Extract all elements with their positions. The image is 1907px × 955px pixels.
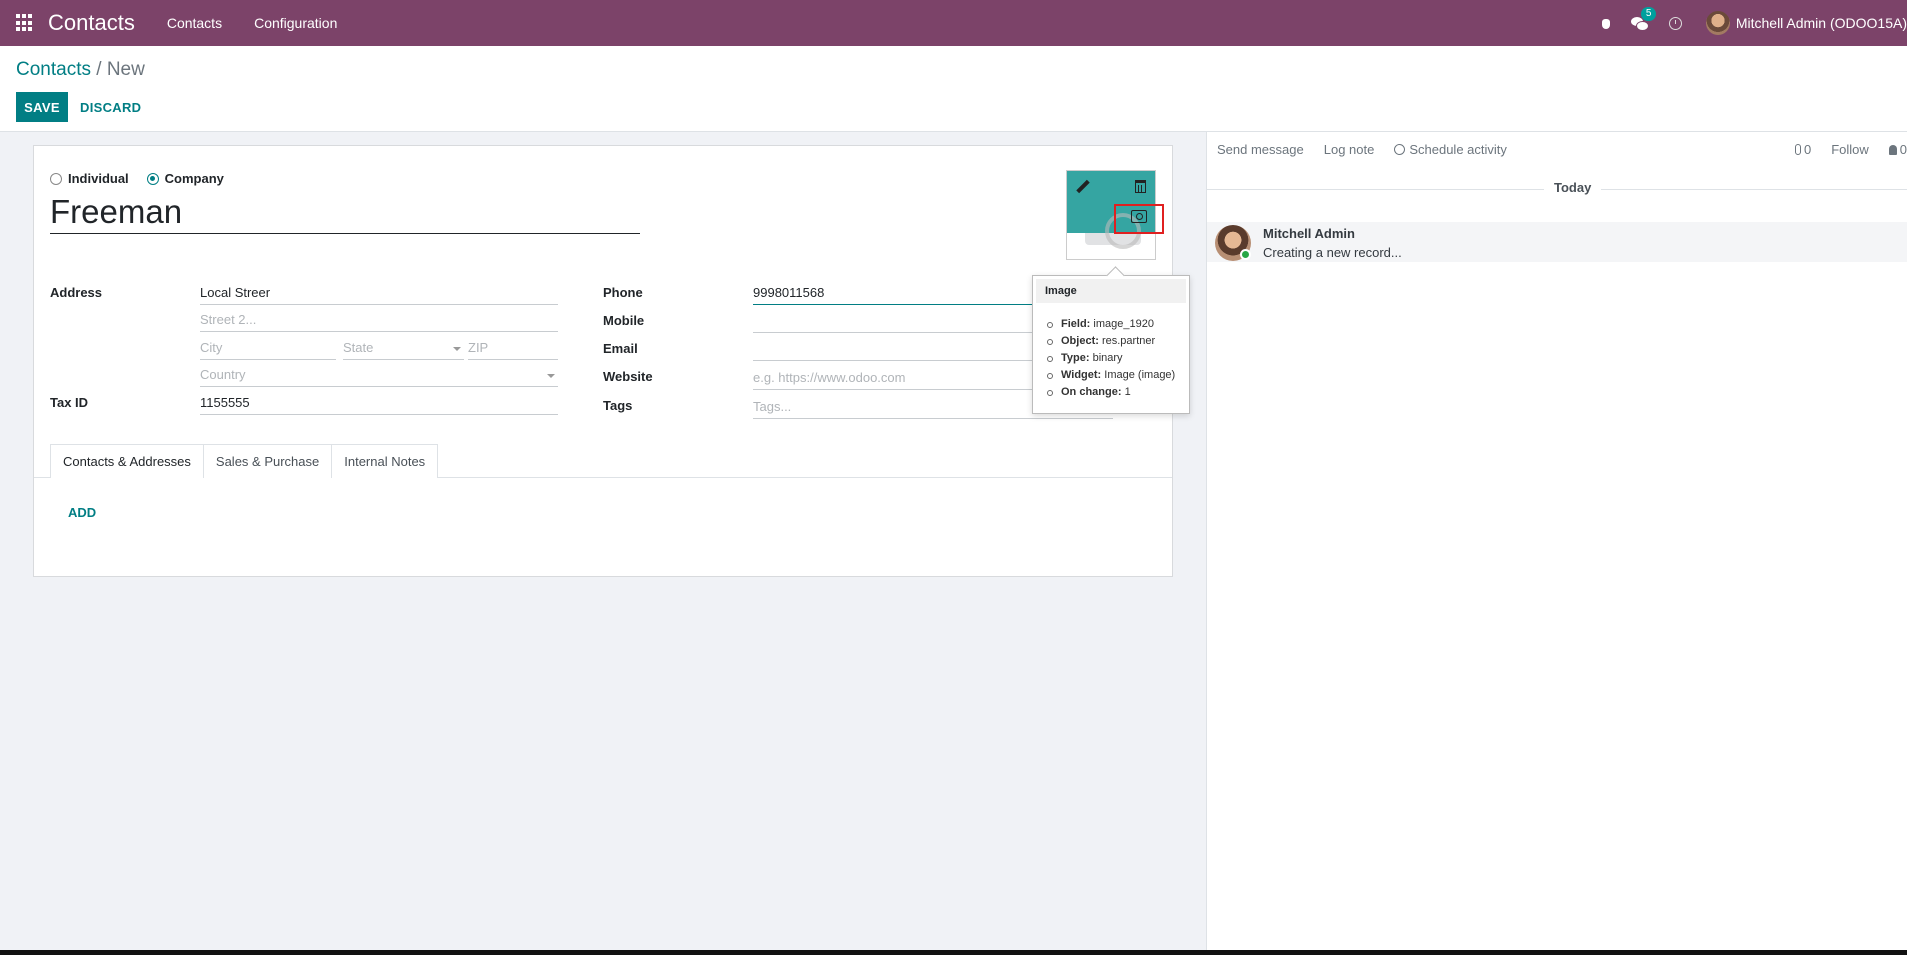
schedule-activity-button[interactable]: Schedule activity — [1394, 142, 1507, 157]
menu-configuration[interactable]: Configuration — [254, 15, 337, 31]
tooltip-item: Widget: Image (image) — [1047, 367, 1175, 384]
bottom-edge — [0, 950, 1907, 955]
follow-button[interactable]: Follow — [1831, 142, 1869, 157]
tooltip-title: Image — [1036, 279, 1186, 303]
radio-individual[interactable] — [50, 172, 62, 185]
add-contact-button[interactable]: ADD — [68, 505, 96, 520]
zip-input[interactable]: ZIP — [468, 338, 558, 360]
tab-sales-purchase[interactable]: Sales & Purchase — [202, 444, 333, 478]
website-label: Website — [603, 369, 653, 384]
chatter-panel: Send message Log note Schedule activity … — [1206, 132, 1907, 950]
paperclip-icon — [1794, 144, 1801, 155]
message-body: Creating a new record... — [1263, 245, 1402, 260]
app-brand[interactable]: Contacts — [48, 10, 135, 36]
mobile-label: Mobile — [603, 313, 645, 328]
chevron-down-icon — [547, 374, 555, 378]
tooltip-item: Field: image_1920 — [1047, 316, 1175, 333]
email-label: Email — [603, 341, 638, 356]
breadcrumb-contacts[interactable]: Contacts — [16, 59, 91, 80]
tax-id-label: Tax ID — [50, 395, 89, 410]
send-message-button[interactable]: Send message — [1217, 142, 1304, 157]
tags-label: Tags — [603, 398, 633, 413]
chatter-topbar-right: 0 Follow 0 — [1794, 142, 1907, 157]
radio-company-label[interactable]: Company — [165, 171, 224, 186]
address-label: Address — [50, 285, 103, 300]
country-select[interactable]: Country — [200, 365, 558, 387]
notebook-tabs: Contacts & Addresses Sales & Purchase In… — [50, 444, 439, 478]
person-icon — [1888, 145, 1897, 155]
save-button[interactable]: SAVE — [16, 92, 68, 122]
chevron-down-icon — [453, 347, 461, 351]
company-type-radio-group: Individual Company — [50, 171, 242, 186]
field-tooltip: Image Field: image_1920 Object: res.part… — [1032, 275, 1190, 414]
user-avatar[interactable] — [1705, 11, 1730, 35]
radio-individual-label[interactable]: Individual — [68, 171, 129, 186]
trash-icon[interactable] — [1135, 180, 1146, 193]
highlight-box — [1114, 204, 1164, 234]
country-placeholder: Country — [200, 367, 246, 382]
user-menu[interactable]: Mitchell Admin (ODOO15A) — [1736, 15, 1907, 31]
tab-contacts-addresses[interactable]: Contacts & Addresses — [50, 444, 204, 478]
attachments-button[interactable]: 0 — [1794, 142, 1811, 157]
pencil-icon[interactable] — [1075, 180, 1089, 194]
activity-clock-icon[interactable] — [1668, 16, 1682, 30]
log-note-button[interactable]: Log note — [1324, 142, 1375, 157]
menu-contacts[interactable]: Contacts — [167, 15, 222, 31]
state-select[interactable]: State — [343, 338, 464, 360]
street2-input[interactable]: Street 2... — [200, 310, 558, 332]
app-menu-icon[interactable] — [16, 14, 34, 32]
top-navbar: Contacts Contacts Configuration 5 Mitche… — [0, 0, 1907, 46]
messaging-icon[interactable]: 5 — [1630, 7, 1657, 31]
tooltip-item: Object: res.partner — [1047, 333, 1175, 350]
message-author[interactable]: Mitchell Admin — [1263, 226, 1355, 241]
form-sheet: Individual Company Freeman Address Local… — [33, 145, 1173, 577]
tooltip-item: On change: 1 — [1047, 384, 1175, 401]
followers-button[interactable]: 0 — [1888, 142, 1907, 157]
messaging-badge: 5 — [1640, 7, 1657, 21]
state-placeholder: State — [343, 340, 374, 355]
phone-label: Phone — [603, 285, 643, 300]
breadcrumb: Contacts / New — [16, 59, 145, 81]
date-label: Today — [1544, 180, 1602, 195]
chatter-actions: Send message Log note Schedule activity — [1217, 142, 1527, 157]
tooltip-list: Field: image_1920 Object: res.partner Ty… — [1047, 316, 1175, 401]
clock-icon — [1394, 144, 1406, 155]
online-status-icon — [1240, 249, 1251, 260]
radio-company[interactable] — [146, 172, 159, 185]
city-input[interactable]: City — [200, 338, 336, 360]
navbar-systray: 5 Mitchell Admin (ODOO15A) — [1599, 0, 1907, 46]
tooltip-item: Type: binary — [1047, 350, 1175, 367]
tab-internal-notes[interactable]: Internal Notes — [331, 444, 439, 478]
name-input[interactable]: Freeman — [50, 192, 640, 234]
debug-icon[interactable] — [1599, 16, 1613, 30]
discard-button[interactable]: DISCARD — [80, 92, 141, 122]
street-input[interactable]: Local Streer — [200, 283, 558, 305]
tax-id-input[interactable]: 1155555 — [200, 393, 558, 415]
control-panel: Contacts / New SAVE DISCARD — [0, 46, 1907, 132]
breadcrumb-separator: / — [96, 59, 102, 80]
breadcrumb-current: New — [106, 59, 145, 80]
